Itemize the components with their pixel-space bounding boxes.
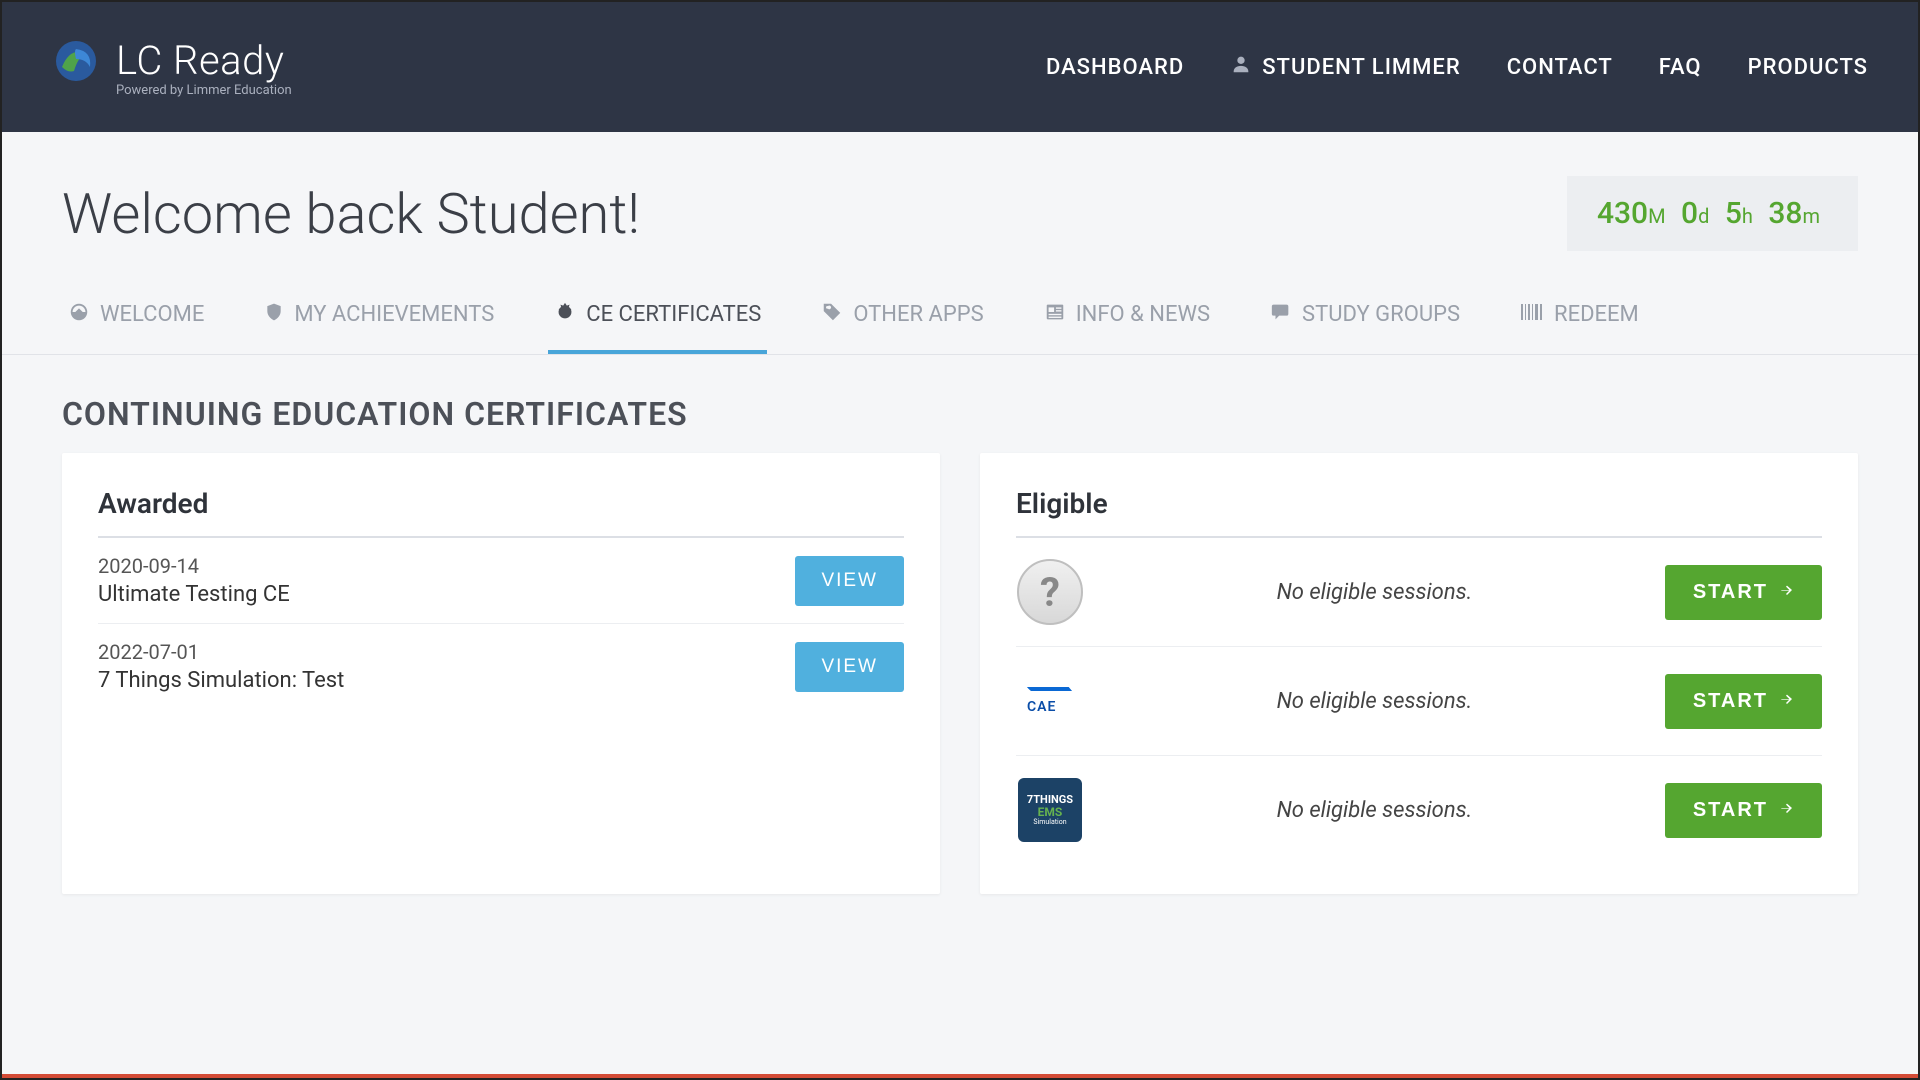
tab-redeem[interactable]: REDEEM [1514,282,1645,353]
eligible-title: Eligible [1016,487,1822,538]
welcome-heading: Welcome back Student! [62,181,640,247]
timer-months-unit: M [1648,204,1665,228]
arrow-right-icon [1778,800,1794,821]
awarded-date: 2020-09-14 [98,554,290,578]
cae-icon: CAE [1027,687,1073,715]
tab-other-apps-label: OTHER APPS [853,302,983,327]
cards-row: Awarded 2020-09-14 Ultimate Testing CE V… [2,453,1918,894]
awarded-card: Awarded 2020-09-14 Ultimate Testing CE V… [62,453,940,894]
awarded-row: 2020-09-14 Ultimate Testing CE VIEW [98,538,904,624]
newspaper-icon [1044,301,1066,328]
nav-dashboard[interactable]: DASHBOARD [1046,55,1184,80]
timer-months: 430 [1597,196,1648,231]
eligible-message: No eligible sessions. [1104,580,1645,605]
awarded-row: 2022-07-01 7 Things Simulation: Test VIE… [98,624,904,709]
nav-contact[interactable]: CONTACT [1507,55,1613,80]
tab-welcome-label: WELCOME [100,302,204,327]
awarded-info: 2022-07-01 7 Things Simulation: Test [98,640,344,693]
timer-days-unit: d [1698,204,1709,228]
arrow-right-icon [1778,691,1794,712]
chat-icon [1270,301,1292,328]
start-button-label: START [1693,581,1768,604]
tab-ce-certificates-label: CE CERTIFICATES [586,302,761,327]
gauge-icon [68,301,90,328]
tab-redeem-label: REDEEM [1554,302,1639,327]
awarded-info: 2020-09-14 Ultimate Testing CE [98,554,290,607]
logo-row[interactable]: LC Ready [52,37,292,85]
eligible-app-icon: ? [1016,558,1084,626]
user-icon [1230,53,1252,81]
nav-user-label: STUDENT LIMMER [1262,55,1460,80]
eligible-row: CAE No eligible sessions. START [1016,647,1822,756]
tab-study-groups-label: STUDY GROUPS [1302,302,1460,327]
brand-subtitle: Powered by Limmer Education [116,83,292,98]
start-button[interactable]: START [1665,674,1822,729]
nav-user[interactable]: STUDENT LIMMER [1230,53,1460,81]
header: LC Ready Powered by Limmer Education DAS… [2,2,1918,132]
top-nav: DASHBOARD STUDENT LIMMER CONTACT FAQ PRO… [1046,53,1868,81]
timer-days: 0 [1681,196,1698,231]
tab-achievements[interactable]: MY ACHIEVEMENTS [258,281,500,354]
tag-icon [821,301,843,328]
awarded-date: 2022-07-01 [98,640,344,664]
nav-products[interactable]: PRODUCTS [1748,55,1868,80]
start-button[interactable]: START [1665,565,1822,620]
eligible-message: No eligible sessions. [1104,798,1645,823]
eligible-row: ? No eligible sessions. START [1016,538,1822,647]
timer-hours-unit: h [1742,204,1753,228]
page-top-row: Welcome back Student! 430M 0d 5h 38m [2,132,1918,281]
tab-other-apps[interactable]: OTHER APPS [815,281,989,354]
timer-minutes: 38 [1768,196,1802,231]
app-logo-icon [52,37,100,85]
seven-things-ems-icon: 7THINGS EMS Simulation [1018,778,1082,842]
view-button[interactable]: VIEW [795,556,904,606]
timer-minutes-unit: m [1802,204,1820,228]
awarded-title: Awarded [98,487,904,538]
footer-accent-bar [2,1074,1918,1078]
logo-area: LC Ready Powered by Limmer Education [52,37,292,98]
awarded-name: 7 Things Simulation: Test [98,668,344,693]
tab-ce-certificates[interactable]: CE CERTIFICATES [548,281,767,354]
view-button[interactable]: VIEW [795,642,904,692]
eligible-card: Eligible ? No eligible sessions. START C… [980,453,1858,894]
tab-study-groups[interactable]: STUDY GROUPS [1264,281,1466,354]
eligible-message: No eligible sessions. [1104,689,1645,714]
arrow-right-icon [1778,582,1794,603]
tab-info-news-label: INFO & NEWS [1076,302,1210,327]
start-button-label: START [1693,799,1768,822]
brand-name: LC Ready [116,37,284,84]
study-timer: 430M 0d 5h 38m [1567,176,1858,251]
eligible-app-icon: CAE [1016,667,1084,735]
timer-hours: 5 [1725,196,1742,231]
section-title: CONTINUING EDUCATION CERTIFICATES [2,355,1918,453]
barcode-icon [1520,302,1544,327]
tab-achievements-label: MY ACHIEVEMENTS [294,302,494,327]
shield-icon [264,301,284,328]
awarded-name: Ultimate Testing CE [98,582,290,607]
question-icon: ? [1017,559,1083,625]
eligible-row: 7THINGS EMS Simulation No eligible sessi… [1016,756,1822,864]
nav-faq[interactable]: FAQ [1659,55,1702,80]
dashboard-tabs: WELCOME MY ACHIEVEMENTS CE CERTIFICATES … [2,281,1918,355]
start-button[interactable]: START [1665,783,1822,838]
certificate-icon [554,301,576,328]
eligible-app-icon: 7THINGS EMS Simulation [1016,776,1084,844]
start-button-label: START [1693,690,1768,713]
tab-welcome[interactable]: WELCOME [62,281,210,354]
tab-info-news[interactable]: INFO & NEWS [1038,281,1216,354]
